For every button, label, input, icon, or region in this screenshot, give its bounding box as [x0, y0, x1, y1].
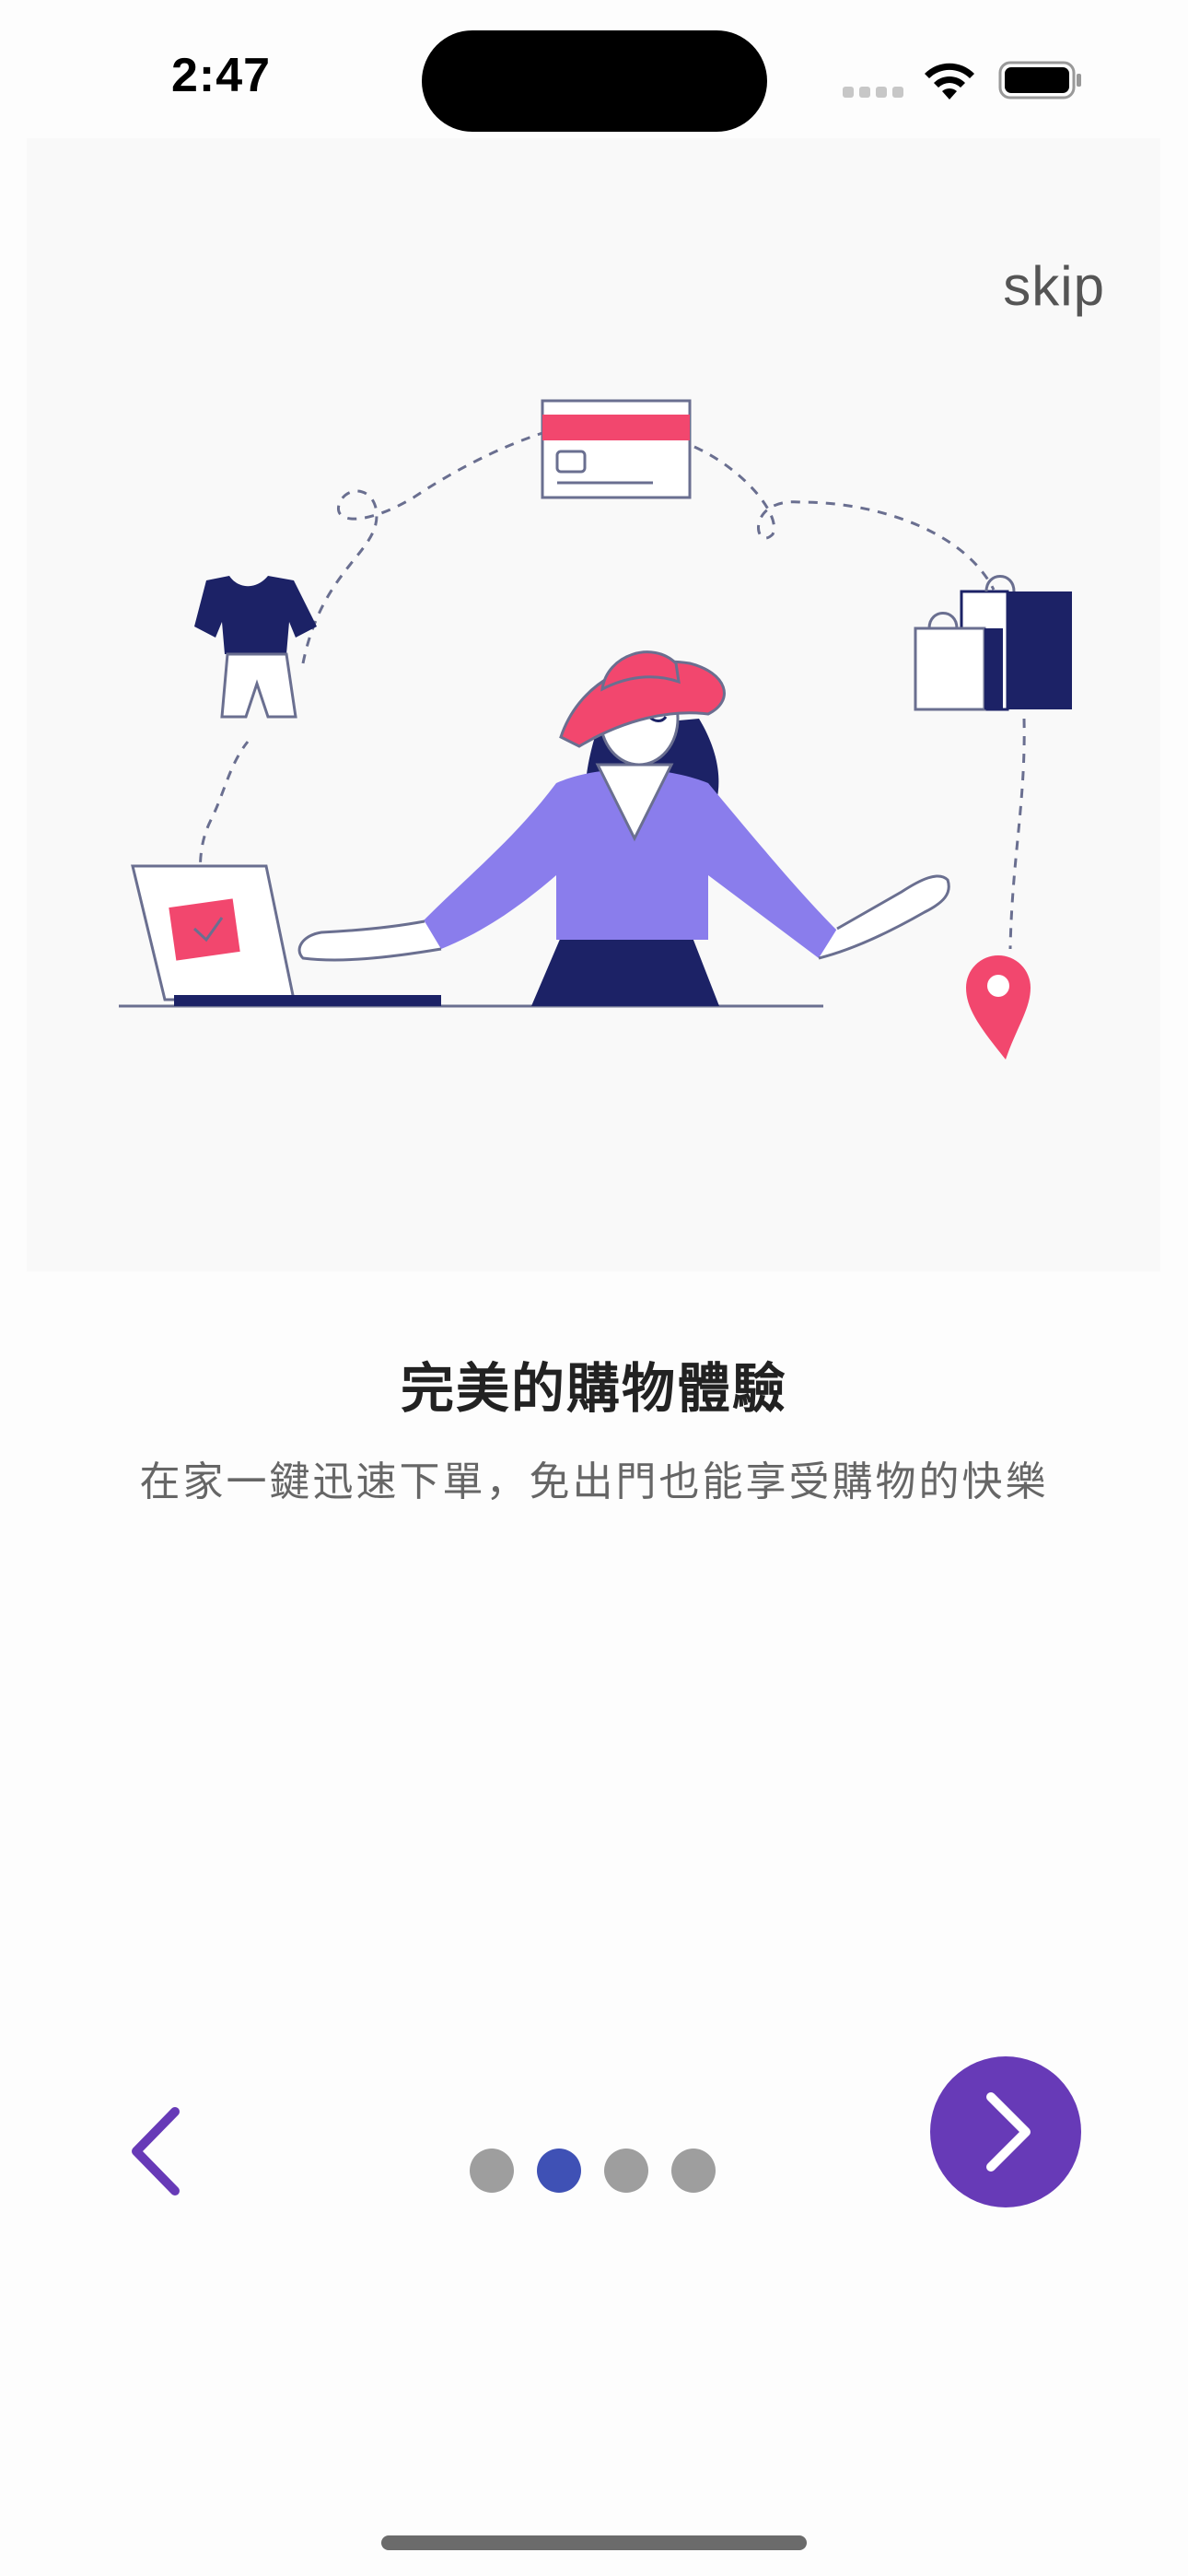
page-dot-4	[671, 2149, 716, 2193]
cellular-signal-icon	[843, 85, 903, 98]
next-button[interactable]	[930, 2056, 1081, 2207]
home-indicator[interactable]	[381, 2535, 807, 2550]
page-dot-3	[604, 2149, 648, 2193]
chevron-left-icon	[132, 2107, 180, 2195]
illustration-panel: skip	[27, 138, 1160, 1271]
page-title: 完美的購物體驗	[400, 1357, 787, 1420]
clothes-icon	[194, 576, 317, 719]
page-indicator	[470, 2149, 718, 2195]
shopping-illustration	[119, 399, 1072, 1060]
battery-icon	[998, 61, 1081, 100]
onboarding-screen: 2:47 skip 完美的購物體驗 在家一鍵迅速下單，免出門也能享受購物的快樂	[0, 0, 1188, 2576]
page-subtitle: 在家一鍵迅速下單，免出門也能享受購物的快樂	[139, 1458, 1049, 1505]
chevron-right-icon	[986, 2092, 1031, 2172]
back-button[interactable]	[120, 2101, 193, 2202]
page-dot-2-active	[537, 2149, 581, 2193]
credit-card-icon	[541, 399, 692, 499]
shopping-bags-icon	[914, 575, 1072, 711]
dynamic-island	[422, 30, 767, 132]
woman-figure	[297, 650, 950, 1006]
location-pin-icon	[966, 955, 1031, 1060]
wifi-icon	[925, 63, 974, 100]
page-dot-1	[470, 2149, 514, 2193]
skip-button[interactable]: skip	[1003, 254, 1105, 318]
status-time: 2:47	[171, 49, 272, 102]
